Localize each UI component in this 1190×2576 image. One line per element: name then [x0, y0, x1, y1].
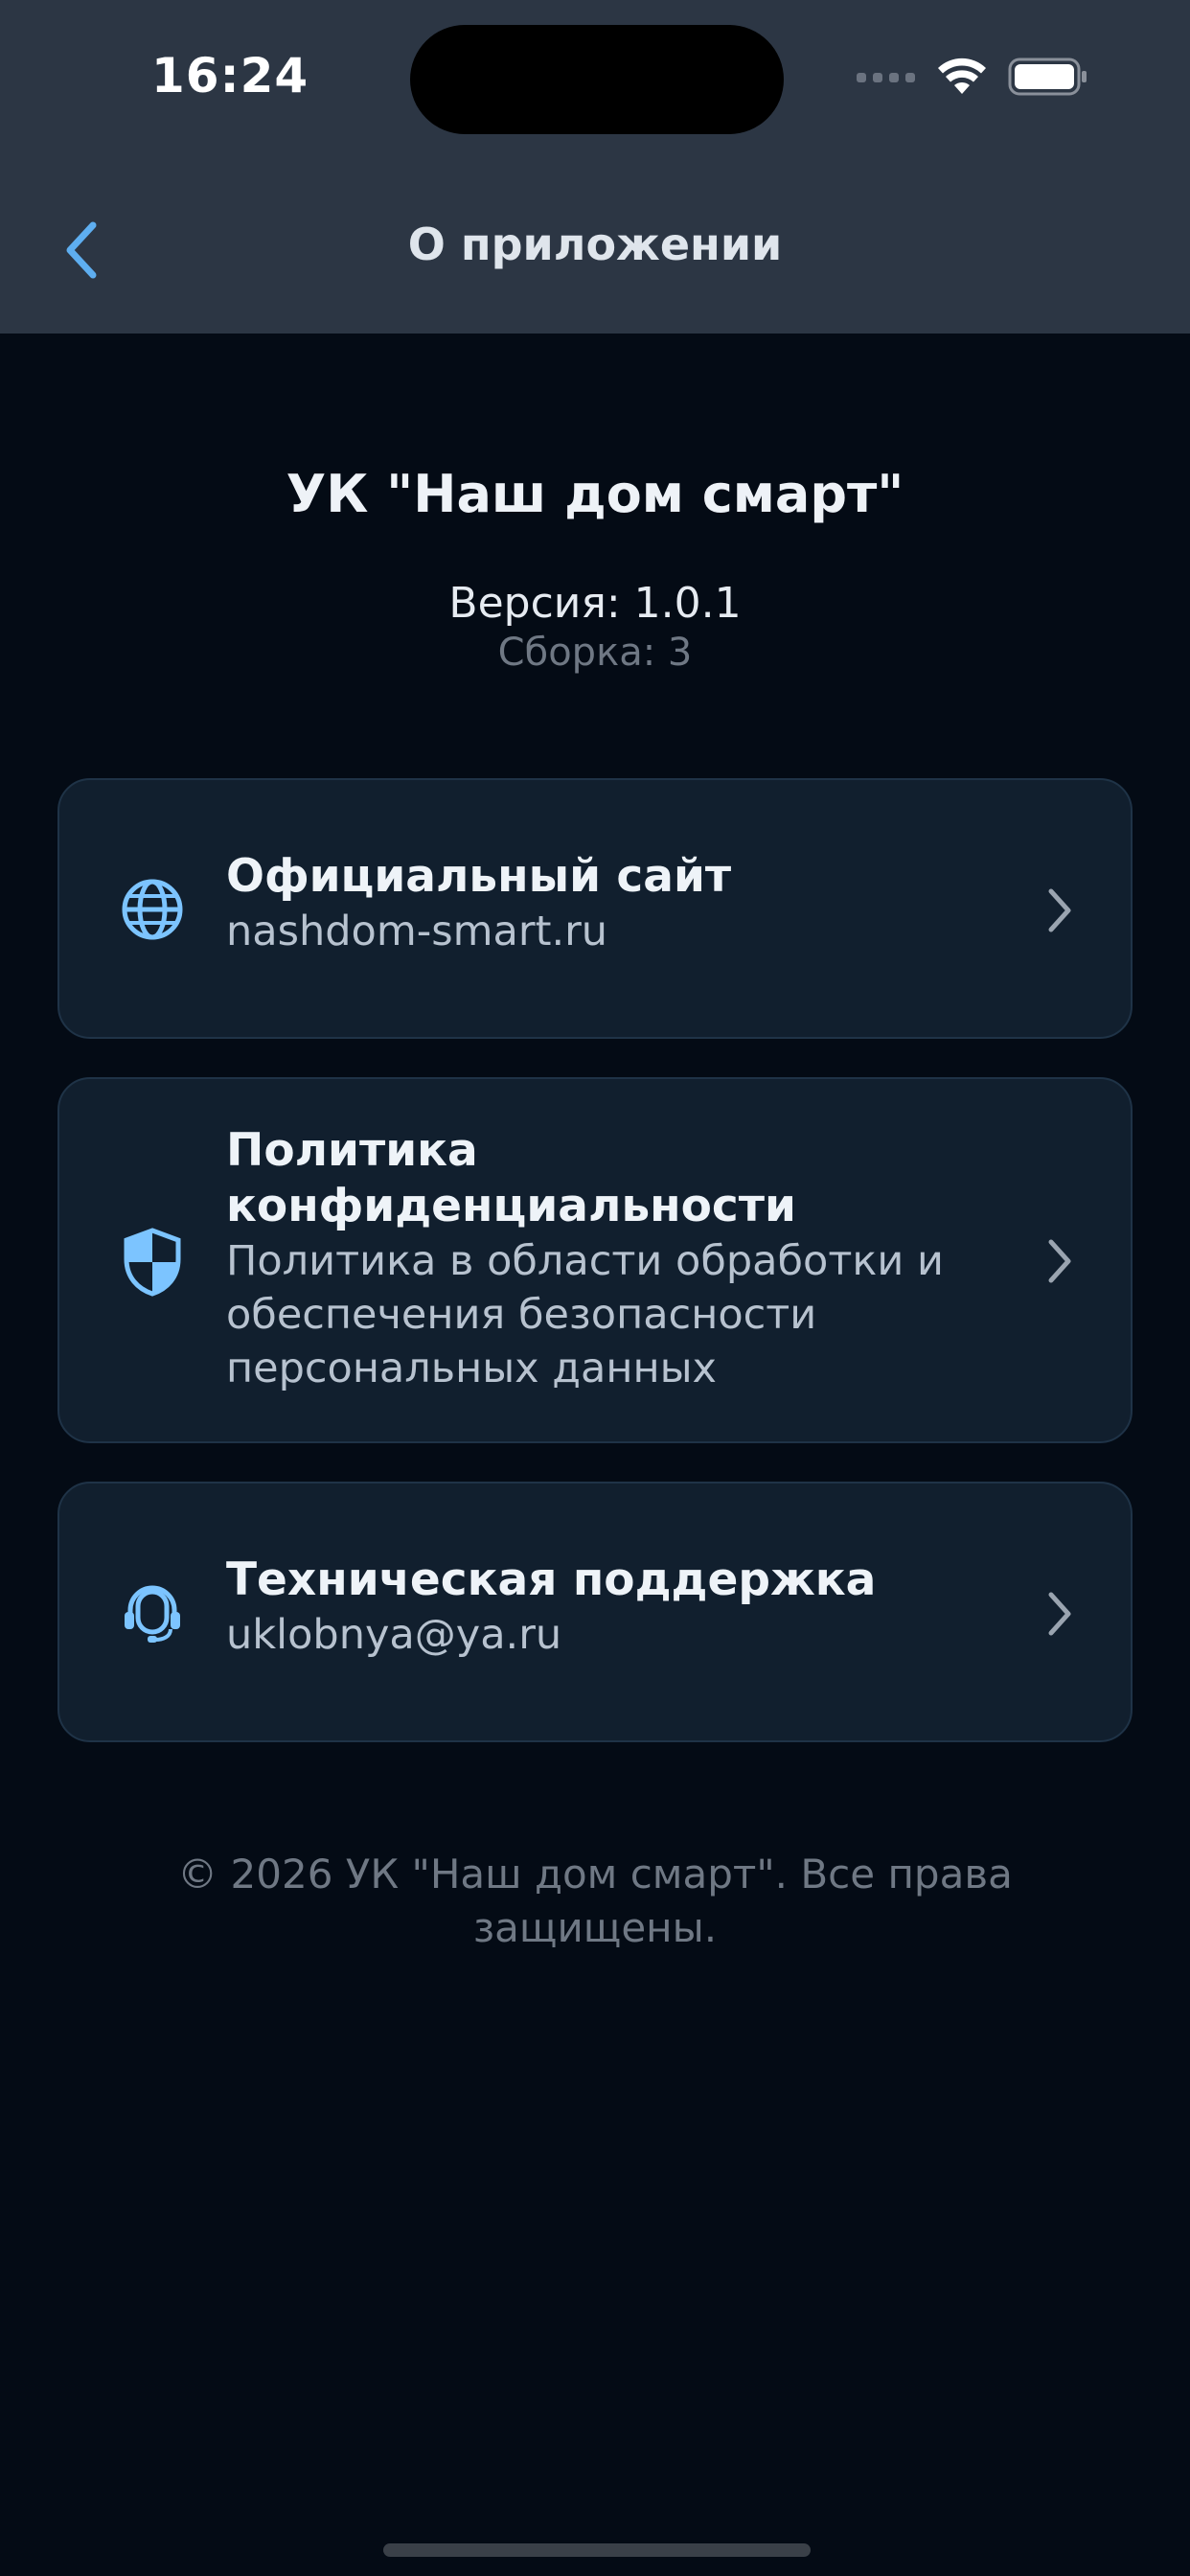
official-site-card[interactable]: Официальный сайт nashdom-smart.ru — [57, 778, 1133, 1039]
official-site-url: nashdom-smart.ru — [226, 908, 608, 955]
app-version: Версия: 1.0.1 — [448, 579, 742, 628]
chevron-right-icon — [1033, 884, 1087, 937]
status-time: 16:24 — [151, 48, 309, 104]
privacy-policy-text: Политика конфиденциальности Политика в о… — [226, 1123, 987, 1395]
app-build: Сборка: 3 — [497, 631, 693, 675]
shield-icon — [109, 1219, 195, 1305]
home-indicator[interactable] — [383, 2543, 811, 2557]
privacy-policy-title: Политика конфиденциальности — [226, 1124, 796, 1232]
status-bar: 16:24 — [0, 0, 1190, 153]
tech-support-text: Техническая поддержка uklobnya@ya.ru — [226, 1552, 987, 1662]
headset-icon — [109, 1570, 195, 1656]
cellular-signal-icon — [857, 73, 915, 82]
official-site-title: Официальный сайт — [226, 850, 732, 903]
wifi-icon — [938, 58, 986, 94]
tech-support-card[interactable]: Техническая поддержка uklobnya@ya.ru — [57, 1482, 1133, 1742]
dynamic-island — [410, 25, 784, 134]
chevron-right-icon — [1033, 1587, 1087, 1641]
privacy-policy-description: Политика в области обработки и обеспечен… — [226, 1237, 944, 1392]
battery-icon — [1008, 58, 1087, 96]
copyright-footer: © 2026 УК "Наш дом смарт". Все права защ… — [177, 1851, 1013, 1951]
status-icons — [857, 58, 1088, 96]
app-name: УК "Наш дом смарт" — [286, 464, 904, 524]
chevron-right-icon — [1033, 1234, 1087, 1288]
navigation-bar: О приложении — [0, 153, 1190, 334]
tech-support-title: Техническая поддержка — [226, 1553, 877, 1606]
privacy-policy-card[interactable]: Политика конфиденциальности Политика в о… — [57, 1077, 1133, 1443]
tech-support-email: uklobnya@ya.ru — [226, 1611, 562, 1659]
official-site-text: Официальный сайт nashdom-smart.ru — [226, 849, 987, 958]
globe-icon — [109, 866, 195, 953]
page-title: О приложении — [407, 218, 783, 270]
